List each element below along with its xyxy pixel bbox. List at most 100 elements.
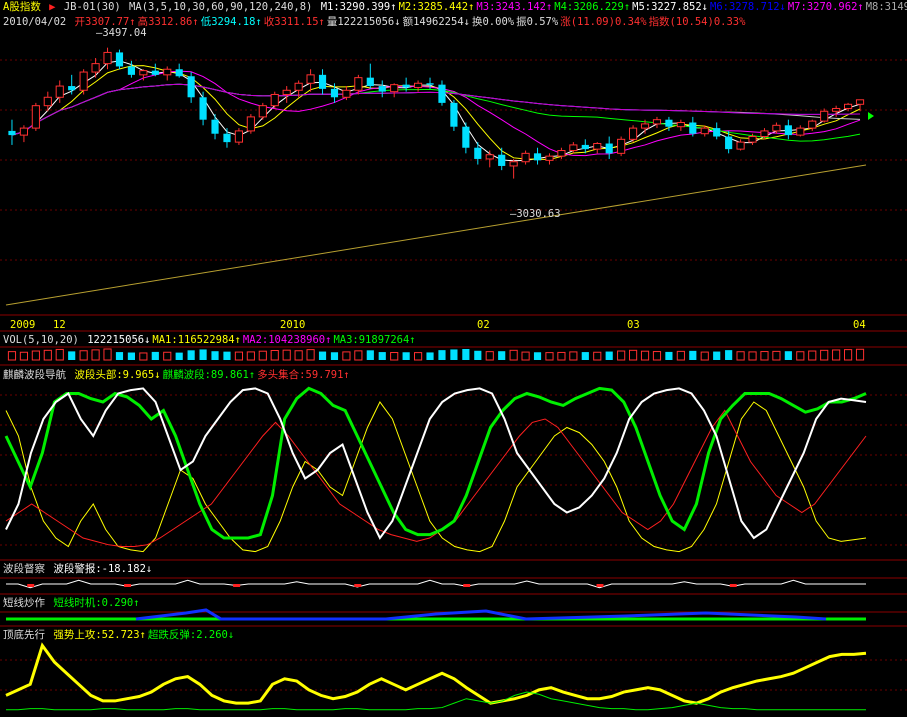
volume-bar-27: [330, 352, 339, 360]
volume-bar-41: [498, 351, 506, 360]
wave-inverse-line: [5, 387, 867, 540]
short-panel-label: 短线炒作: [3, 597, 45, 609]
volume-bar-35: [426, 352, 434, 360]
candle-body-14: [175, 69, 183, 77]
quote-value-3: 收3311.15↑: [263, 16, 325, 28]
bull-set-line: [5, 409, 867, 547]
candle-body-63: [760, 130, 769, 138]
volume-bar-13: [163, 351, 172, 361]
volume-bar-65: [784, 351, 792, 360]
ma-value-4: M5:3227.852↓: [632, 1, 708, 13]
candle-body-10: [127, 66, 135, 75]
ma-line-240: [5, 164, 867, 306]
volume-bar-49: [593, 351, 602, 361]
volume-bar-7: [91, 349, 100, 361]
candle-body-45: [545, 155, 554, 161]
volume-bar-38: [462, 349, 470, 360]
volume-bar-46: [557, 351, 566, 361]
volume-values: 122215056↓ MA1:116522984↑ MA2:104238960↑ MA…: [87, 334, 417, 346]
candle-body-48: [581, 144, 589, 150]
volume-bar-11: [139, 352, 148, 361]
candle-body-22: [270, 93, 279, 107]
candle-body-40: [485, 154, 494, 160]
volume-bar-36: [438, 350, 446, 360]
candle-body-41: [498, 154, 506, 166]
volume-bar-31: [378, 352, 386, 360]
volume-bar-29: [354, 350, 363, 361]
quote-value-8: 涨(11.09)0.34%: [560, 16, 647, 28]
short-panel-header: 短线炒作 短线时机:0.290↑: [3, 596, 144, 610]
top-value-0: 强势上攻:52.723↑: [53, 629, 146, 641]
volume-bar-37: [450, 349, 458, 360]
top-panel-header: 顶底先行 强势上攻:52.723↑ 超跌反弹:2.260↓: [3, 628, 238, 642]
candle-body-35: [426, 83, 434, 85]
candle-body-51: [617, 138, 626, 154]
alert-mark-29: [354, 584, 362, 587]
low-price-label: —3030.63: [510, 208, 561, 220]
time-axis-02: 02: [477, 319, 490, 331]
short-values: 短线时机:0.290↑: [53, 597, 141, 609]
volume-value-2: MA2:104238960↑: [242, 334, 332, 346]
watch-values: 波段警报:-18.182↓: [53, 563, 154, 575]
candle-body-44: [533, 153, 542, 161]
volume-bar-33: [402, 352, 410, 360]
wave-value-0: 波段头部:9.965↓: [74, 369, 161, 381]
candle-body-19: [234, 130, 243, 143]
candle-body-53: [640, 123, 650, 129]
volume-bar-64: [772, 350, 781, 361]
volume-panel-header: VOL(5,10,20) 122215056↓ MA1:116522984↑ MA2…: [3, 333, 420, 347]
volume-bar-48: [581, 352, 589, 360]
time-axis-03: 03: [627, 319, 640, 331]
alert-mark-60: [729, 584, 737, 587]
ma-value-6: M7:3270.962↑: [787, 1, 864, 13]
candle-body-39: [474, 147, 482, 159]
volume-bar-67: [808, 350, 817, 361]
candle-body-64: [772, 124, 781, 132]
volume-bar-19: [234, 351, 243, 361]
volume-bar-8: [103, 348, 112, 361]
candle-body-20: [246, 116, 255, 132]
ma-value-5: M6:3278.712↓: [710, 1, 786, 13]
candle-body-69: [832, 107, 841, 112]
volume-value-1: MA1:116522984↑: [152, 334, 241, 346]
candle-body-2: [31, 105, 40, 129]
quote-date: 2010/04/02: [3, 16, 67, 28]
volume-value-0: 122215056↓: [87, 334, 151, 346]
ma-value-0: M1:3290.399↑: [320, 1, 397, 13]
candle-body-58: [700, 127, 709, 135]
wave-panel-label: 麒麟波段导航: [3, 369, 66, 381]
ma-value-3: M4:3206.229↑: [554, 1, 631, 13]
candle-body-32: [390, 84, 399, 93]
play-arrow-icon[interactable]: ▶: [49, 1, 55, 13]
candle-body-60: [725, 136, 733, 150]
candle-body-9: [115, 52, 124, 67]
candle-body-1: [19, 127, 29, 136]
candle-body-65: [784, 125, 792, 136]
volume-bar-42: [509, 349, 518, 361]
volume-bar-66: [796, 351, 805, 361]
candle-body-28: [342, 89, 351, 98]
quote-value-4: 量122215056↓: [326, 16, 401, 28]
candle-body-46: [557, 150, 566, 157]
volume-bar-71: [855, 348, 865, 361]
candle-body-0: [8, 130, 16, 136]
quote-value-9: 指数(10.54)0.33%: [648, 16, 746, 28]
alert-mark-2: [27, 584, 35, 587]
alert-mark-19: [233, 584, 241, 587]
volume-bar-17: [211, 351, 219, 360]
candle-body-24: [294, 82, 303, 91]
header-row-1: A股指数 ▶ JB-01(30) MA(3,5,10,30,60,90,120,…: [3, 0, 907, 14]
rebound-line: [6, 691, 866, 711]
volume-bar-4: [55, 348, 64, 361]
candle-body-5: [68, 86, 76, 91]
high-price-label: —3497.04: [96, 27, 147, 39]
candle-body-71: [855, 99, 865, 105]
candle-body-16: [199, 97, 207, 120]
stock-chart-window: A股指数 ▶ JB-01(30) MA(3,5,10,30,60,90,120,…: [0, 0, 907, 717]
candle-body-50: [605, 143, 613, 154]
volume-bar-43: [521, 351, 530, 361]
watch-panel-header: 波段督察 波段警报:-18.182↓: [3, 562, 156, 576]
chart-title[interactable]: A股指数: [3, 1, 41, 13]
volume-bar-60: [725, 350, 733, 360]
volume-bar-45: [545, 352, 554, 361]
